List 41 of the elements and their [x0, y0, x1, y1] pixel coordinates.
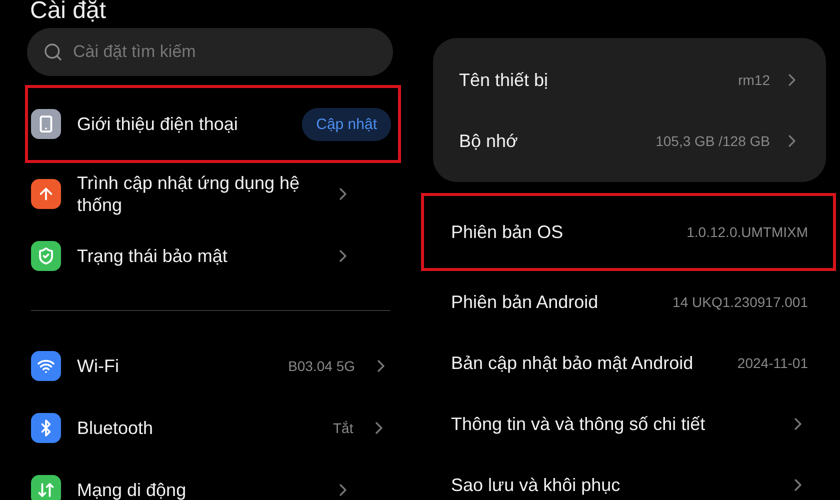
- item-label: Tên thiết bị: [459, 68, 550, 90]
- settings-item[interactable]: Trạng thái bảo mật: [25, 225, 401, 287]
- settings-item[interactable]: Wi-Fi B03.04 5G: [25, 335, 401, 397]
- item-label: Bluetooth: [77, 417, 154, 439]
- item-label: Bộ nhớ: [459, 130, 519, 152]
- search-icon: [43, 42, 63, 62]
- search-field[interactable]: Cài đặt tìm kiếm: [27, 28, 393, 76]
- wifi-icon: [37, 357, 55, 375]
- item-label: Phiên bản OS: [451, 221, 564, 243]
- item-label: Phiên bản Android: [451, 290, 600, 312]
- item-value: 2024-11-01: [737, 354, 808, 370]
- item-value: Tắt: [333, 420, 354, 436]
- info-row[interactable]: Sao lưu và khôi phục: [421, 454, 836, 500]
- item-label: Bản cập nhật bảo mật Android: [451, 352, 694, 374]
- item-value: 105,3 GB /128 GB: [656, 132, 770, 148]
- info-row[interactable]: Thông tin và và thông số chi tiết: [421, 393, 836, 454]
- up-down-arrows-icon: [37, 481, 55, 499]
- item-value: 1.0.12.0.UMTMIXM: [686, 224, 808, 240]
- phone-icon: [37, 115, 55, 133]
- settings-item[interactable]: Trình cập nhật ứng dụng hệ thống: [25, 163, 401, 225]
- settings-item[interactable]: Bluetooth Tắt: [25, 397, 401, 459]
- settings-item[interactable]: Giới thiệu điện thoại Cập nhật: [25, 85, 401, 163]
- item-value: B03.04 5G: [288, 358, 355, 374]
- settings-item[interactable]: Mạng di động: [25, 459, 401, 500]
- info-row[interactable]: Phiên bản Android 14 UKQ1.230917.001: [421, 271, 836, 332]
- page-title: Cài đặt: [29, 0, 108, 22]
- item-value: 14 UKQ1.230917.001: [672, 294, 808, 310]
- card-row[interactable]: Tên thiết bị rm12: [433, 49, 826, 110]
- info-row[interactable]: Phiên bản OS 1.0.12.0.UMTMIXM: [421, 193, 836, 271]
- update-button[interactable]: Cập nhật: [302, 108, 391, 140]
- item-label: Wi-Fi: [77, 355, 120, 377]
- item-label: Mạng di động: [77, 479, 188, 500]
- item-label: Giới thiệu điện thoại: [77, 113, 239, 135]
- shield-check-icon: [37, 247, 55, 265]
- item-label: Trạng thái bảo mật: [77, 245, 228, 267]
- card-row[interactable]: Bộ nhớ 105,3 GB /128 GB: [433, 110, 826, 171]
- item-label: Thông tin và và thông số chi tiết: [451, 412, 706, 434]
- item-label: Sao lưu và khôi phục: [451, 474, 622, 496]
- info-row[interactable]: Bản cập nhật bảo mật Android 2024-11-01: [421, 332, 836, 393]
- item-label: Trình cập nhật ứng dụng hệ thống: [77, 172, 301, 216]
- item-value: rm12: [738, 72, 770, 88]
